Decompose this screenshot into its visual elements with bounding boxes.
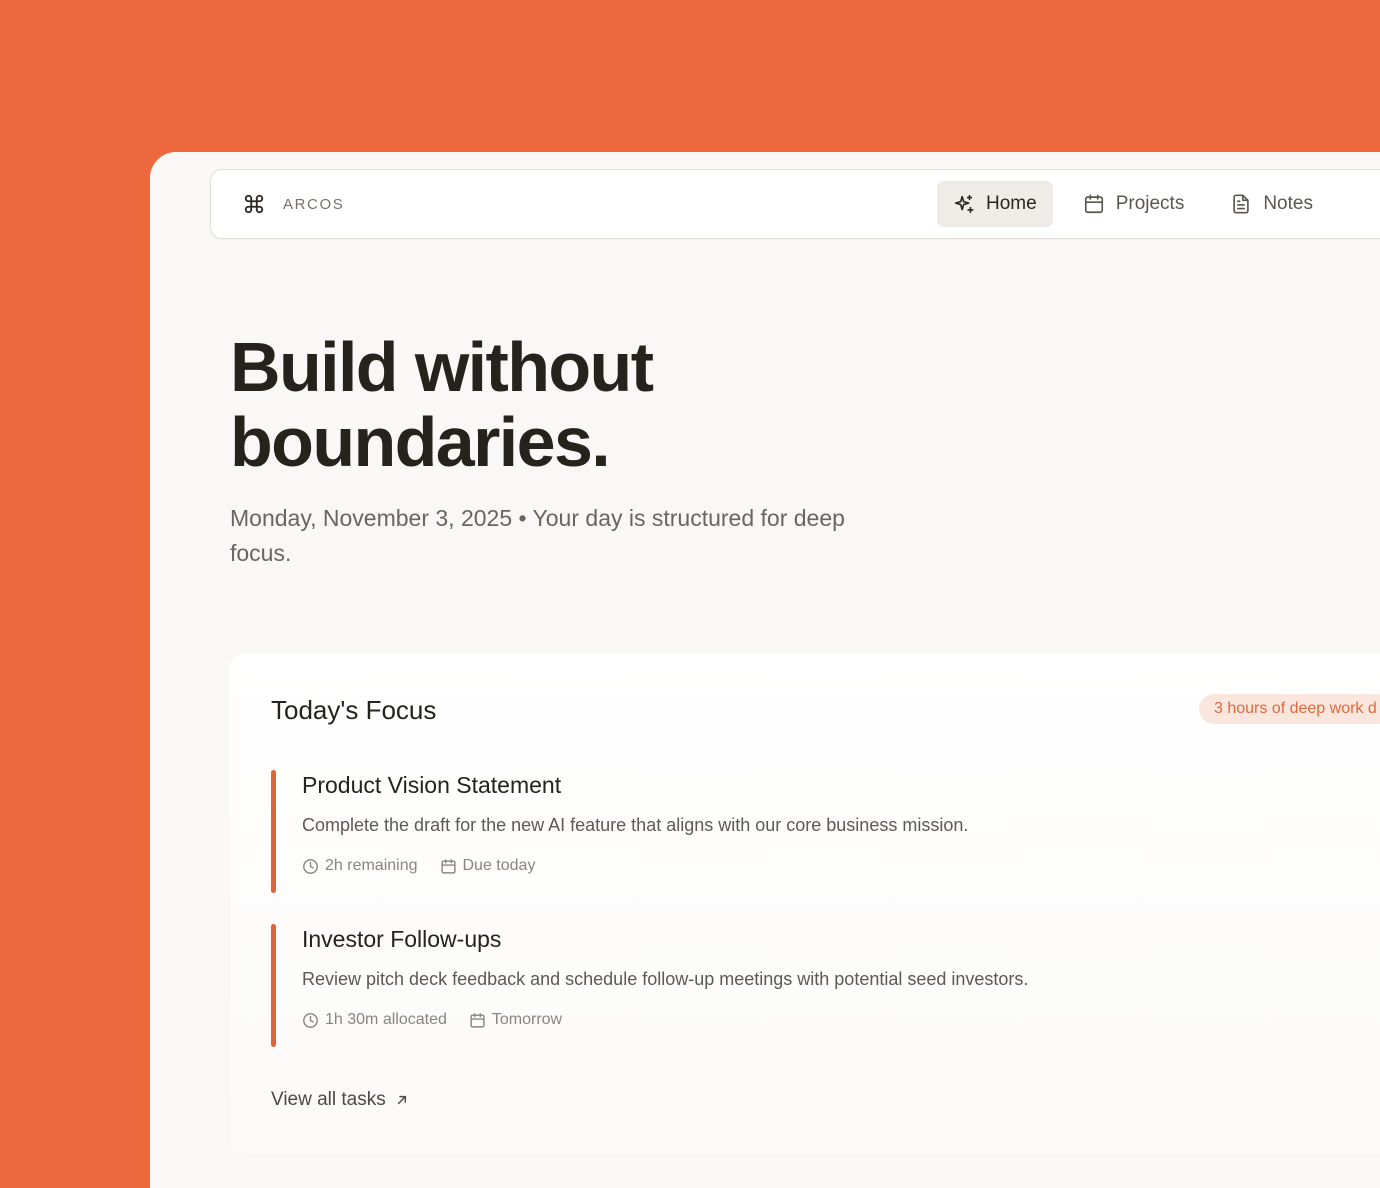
nav-item-label: Notes xyxy=(1263,193,1313,214)
task-meta: 2h remaining Due today xyxy=(302,857,557,875)
main-nav: Home Projects Notes xyxy=(937,181,1343,227)
task-due: Due today xyxy=(440,857,536,875)
focus-title: Today's Focus xyxy=(271,695,437,725)
nav-item-notes[interactable]: Notes xyxy=(1214,181,1329,227)
task-accent-bar xyxy=(271,770,276,893)
page-subtitle: Monday, November 3, 2025 • Your day is s… xyxy=(230,505,845,566)
task-description: Review pitch deck feedback and schedule … xyxy=(302,969,1029,989)
sparkles-icon xyxy=(954,194,974,214)
task-time: 2h remaining xyxy=(302,857,418,875)
nav-item-projects[interactable]: Projects xyxy=(1067,181,1201,227)
todays-focus-card: Today's Focus 3 hours of deep work d Pro… xyxy=(230,653,1380,1153)
calendar-icon xyxy=(1084,194,1103,214)
clock-icon xyxy=(303,858,318,874)
task-item[interactable]: Product Vision Statement Complete the dr… xyxy=(271,770,1371,893)
page-title: Build without boundaries. xyxy=(230,330,930,480)
task-accent-bar xyxy=(271,924,276,1047)
view-all-label: View all tasks xyxy=(271,1089,386,1110)
brand[interactable]: ARCOS xyxy=(243,170,344,238)
nav-item-label: Projects xyxy=(1115,193,1185,214)
command-icon xyxy=(244,194,264,214)
view-all-tasks-link[interactable]: View all tasks xyxy=(271,1089,410,1111)
nav-item-home[interactable]: Home xyxy=(937,181,1053,227)
page-title-line-2: boundaries. xyxy=(230,403,611,481)
task-description: Complete the draft for the new AI featur… xyxy=(302,815,969,835)
page-title-line-1: Build without xyxy=(230,328,654,406)
task-item[interactable]: Investor Follow-ups Review pitch deck fe… xyxy=(271,924,1371,1047)
brand-name: ARCOS xyxy=(283,195,345,213)
task-time-label: 1h 30m allocated xyxy=(325,1011,447,1028)
calendar-icon xyxy=(440,858,456,874)
task-meta: 1h 30m allocated Tomorrow xyxy=(302,1011,584,1029)
task-time: 1h 30m allocated xyxy=(302,1011,447,1029)
task-title: Investor Follow-ups xyxy=(302,926,502,952)
task-title: Product Vision Statement xyxy=(302,772,562,798)
document-icon xyxy=(1233,194,1250,214)
app-window: ARCOS Home Projects Notes Build without … xyxy=(150,152,1380,1188)
task-due-label: Tomorrow xyxy=(491,1011,563,1028)
top-navbar: ARCOS Home Projects Notes xyxy=(210,169,1380,239)
task-time-label: 2h remaining xyxy=(325,857,418,874)
nav-item-label: Home xyxy=(986,193,1037,214)
task-due-label: Due today xyxy=(462,857,536,874)
deep-work-badge: 3 hours of deep work d xyxy=(1199,694,1380,724)
arrow-up-right-icon xyxy=(397,1095,406,1105)
task-due: Tomorrow xyxy=(469,1011,562,1029)
clock-icon xyxy=(303,1012,318,1028)
calendar-icon xyxy=(470,1012,485,1028)
